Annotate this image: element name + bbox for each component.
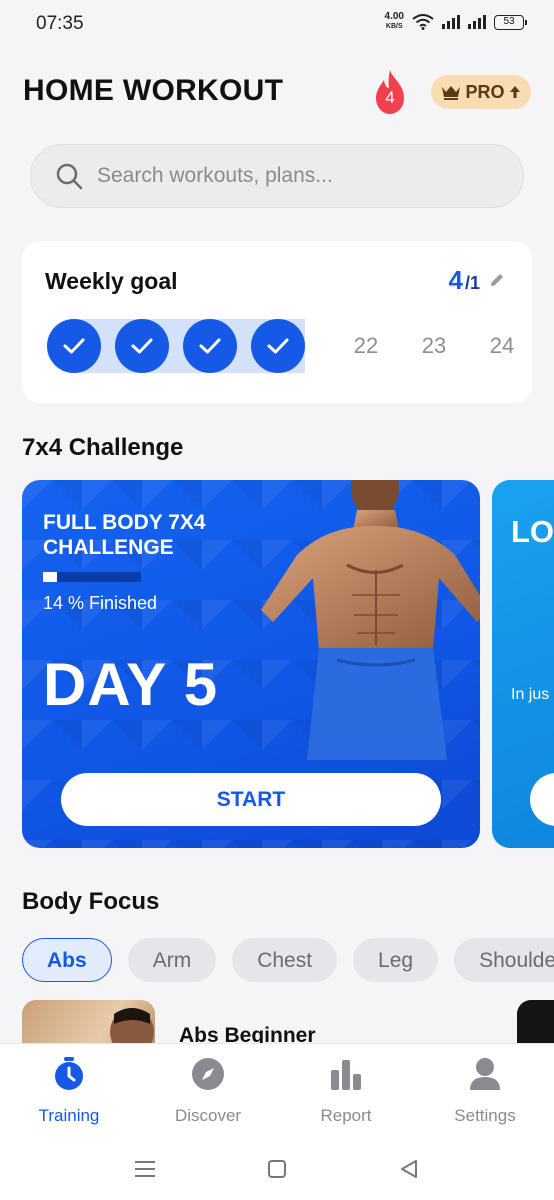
- recents-button[interactable]: [130, 1154, 160, 1184]
- chip-arm[interactable]: Arm: [127, 938, 217, 982]
- system-navigation-bar: [0, 1138, 554, 1200]
- nav-settings[interactable]: Settings: [425, 1056, 545, 1126]
- challenge-next-title: LO 7X CH: [511, 514, 554, 549]
- nav-settings-label: Settings: [454, 1106, 516, 1125]
- athlete-illustration: [261, 480, 480, 760]
- streak-button[interactable]: 4: [370, 68, 410, 116]
- nav-discover-label: Discover: [174, 1106, 242, 1125]
- day-number: 24: [489, 333, 515, 358]
- challenge-progress-text: 14 % Finished: [43, 593, 158, 613]
- app-title: HOME WORKOUT: [23, 74, 284, 107]
- nav-training-label: Training: [38, 1106, 100, 1125]
- nav-report[interactable]: Report: [286, 1056, 406, 1126]
- status-bar: 07:35 4.00 KB/S 53: [0, 0, 554, 50]
- body-focus-title: Body Focus: [22, 888, 160, 915]
- compass-icon: [192, 1058, 224, 1090]
- day-number: 23: [421, 333, 447, 358]
- weekly-goal-count[interactable]: 4 /1: [449, 265, 506, 296]
- start-button[interactable]: START: [61, 773, 441, 826]
- challenge-card-next[interactable]: LO 7X CH In jus body stren: [492, 480, 554, 848]
- week-days-row: 22 23 24: [47, 319, 514, 373]
- workout-list-item[interactable]: Abs Beginner: [22, 1000, 532, 1060]
- day-check: [47, 319, 101, 373]
- back-button[interactable]: [394, 1154, 424, 1184]
- search-bar[interactable]: [30, 144, 524, 208]
- pro-button[interactable]: PRO: [431, 75, 531, 109]
- network-speed-value: 4.00: [384, 11, 404, 22]
- nav-discover[interactable]: Discover: [148, 1056, 268, 1126]
- challenge-title: FULL BODY 7X4 CHALLENGE: [43, 511, 206, 559]
- weekly-goal-card[interactable]: Weekly goal 4 /1 22 23 24: [22, 241, 532, 403]
- wifi-icon: [412, 14, 434, 30]
- weekly-goal-title: Weekly goal: [45, 268, 178, 294]
- challenge-next-desc: In jus body stren: [511, 686, 554, 703]
- chip-chest[interactable]: Chest: [232, 938, 338, 982]
- network-speed-unit: KB/S: [385, 23, 403, 30]
- signal-icon-2: [468, 15, 486, 29]
- home-button[interactable]: [262, 1154, 292, 1184]
- challenge-progress-fill: [43, 572, 57, 582]
- crown-icon: [442, 86, 461, 100]
- day-check: [183, 319, 237, 373]
- challenge-progress-bar: [43, 572, 141, 582]
- workout-thumbnail-next[interactable]: [517, 1000, 554, 1045]
- chip-shoulder[interactable]: Shoulder: [454, 938, 554, 982]
- signal-icon: [442, 15, 460, 29]
- body-focus-chips: Abs Arm Chest Leg Shoulder: [22, 938, 554, 982]
- user-icon: [470, 1058, 500, 1090]
- nav-report-label: Report: [320, 1106, 372, 1125]
- streak-count: 4: [385, 88, 395, 107]
- day-number: 22: [353, 333, 379, 358]
- challenge-day-label: DAY 5: [43, 651, 219, 718]
- nav-training[interactable]: Training: [9, 1056, 129, 1126]
- checkmark-icon: [267, 338, 289, 354]
- checkmark-icon: [131, 338, 153, 354]
- chip-leg[interactable]: Leg: [353, 938, 439, 982]
- search-input[interactable]: [97, 164, 497, 188]
- goal-done: 4: [448, 265, 463, 295]
- pro-label: PRO: [465, 81, 505, 102]
- back-triangle-icon: [401, 1160, 417, 1178]
- challenge-next-start-button[interactable]: [530, 773, 554, 826]
- arrow-up-icon: [509, 86, 520, 98]
- home-screen: 07:35 4.00 KB/S 53 HOME WORKOUT 4 PRO Se…: [0, 0, 554, 1200]
- challenge-section-title: 7x4 Challenge: [22, 434, 184, 461]
- checkmark-icon: [63, 338, 85, 354]
- network-speed: 4.00 KB/S: [385, 12, 404, 32]
- stopwatch-icon: [55, 1057, 83, 1090]
- chip-abs[interactable]: Abs: [22, 938, 112, 982]
- menu-icon: [135, 1161, 155, 1177]
- edit-icon[interactable]: [488, 271, 506, 289]
- status-icons: 4.00 KB/S 53: [385, 12, 527, 32]
- square-icon: [268, 1160, 286, 1178]
- day-check: [115, 319, 169, 373]
- bottom-navigation: Training Discover Report Settings: [0, 1043, 554, 1138]
- goal-total: /1: [464, 273, 480, 293]
- checkmark-icon: [199, 338, 221, 354]
- day-check: [251, 319, 305, 373]
- battery-icon: 53: [494, 14, 527, 30]
- status-time: 07:35: [36, 13, 84, 34]
- challenge-card[interactable]: FULL BODY 7X4 CHALLENGE 14 % Finished DA…: [22, 480, 480, 848]
- search-icon: [56, 163, 83, 190]
- bar-chart-icon: [331, 1060, 361, 1090]
